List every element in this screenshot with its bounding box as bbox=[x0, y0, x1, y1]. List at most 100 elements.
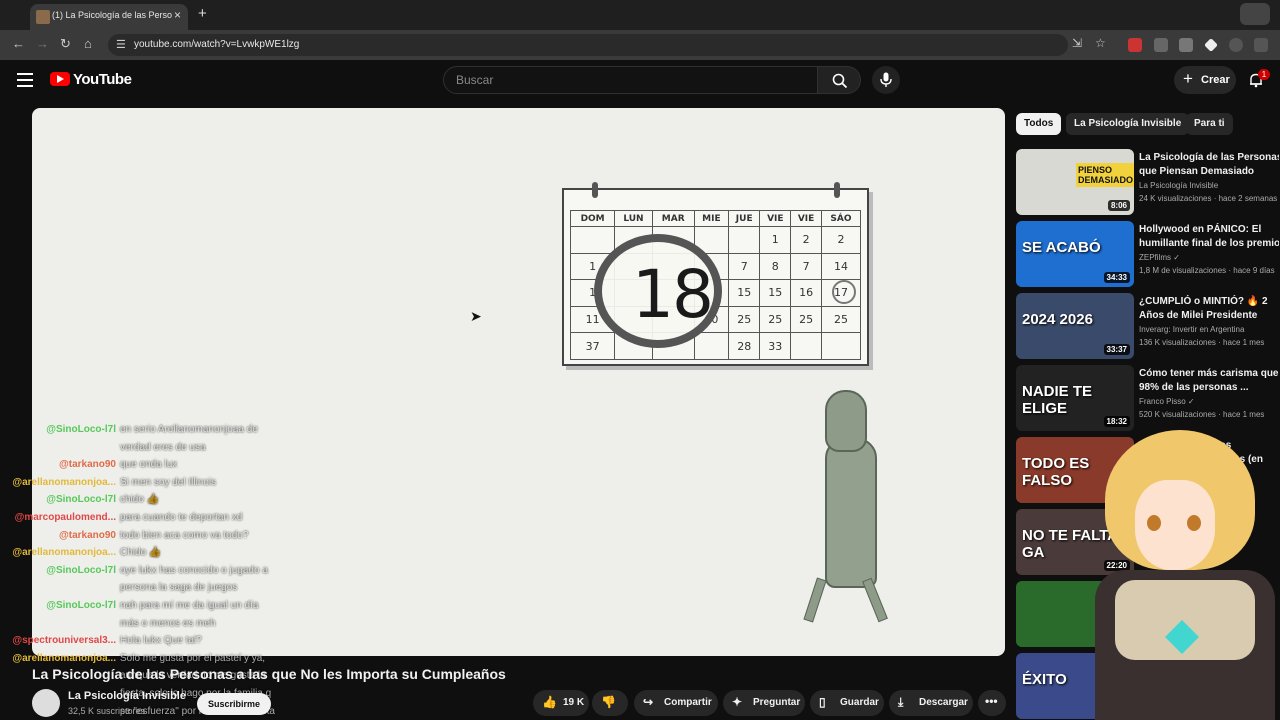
shield-extension-icon[interactable] bbox=[1154, 38, 1168, 52]
calendar-cell bbox=[728, 226, 761, 254]
chat-username[interactable]: @spectrouniversal3... bbox=[12, 633, 116, 649]
recommended-video[interactable]: SE ACABÓ 34:33 Hollywood en PÁNICO: El humi… bbox=[1016, 221, 1279, 287]
site-info-icon[interactable]: ☰ bbox=[116, 38, 126, 51]
video-thumbnail[interactable]: PIENSO DEMASIADO 8:06 bbox=[1016, 149, 1134, 215]
install-app-icon[interactable]: ⇲ bbox=[1072, 36, 1082, 50]
video-meta: 1,8 M de visualizaciones · hace 9 días bbox=[1139, 266, 1275, 275]
calendar-header-cell: VIE bbox=[790, 210, 822, 227]
adblock-extension-icon[interactable] bbox=[1128, 38, 1142, 52]
video-channel: Franco Pisso ✓ bbox=[1139, 397, 1195, 406]
chat-username[interactable]: @marcopaulomend... bbox=[15, 510, 116, 526]
chat-username[interactable]: @SinoLoco-l7l bbox=[46, 598, 116, 614]
filter-chip[interactable]: Para ti bbox=[1186, 113, 1233, 135]
chat-text: Solo me gusta por el pastel y ya, bbox=[120, 652, 266, 664]
recommended-video[interactable]: 2024 2026 33:37 ¿CUMPLIÓ o MINTIÓ? 🔥 2 Años… bbox=[1016, 293, 1276, 359]
puzzle-extension-icon[interactable] bbox=[1254, 38, 1268, 52]
vtuber-avatar-overlay bbox=[1085, 420, 1280, 720]
download-button[interactable]: ⤓ Descargar bbox=[889, 690, 973, 716]
window-controls[interactable] bbox=[1240, 3, 1270, 25]
channel-name[interactable]: La Psicología Invisible bbox=[68, 690, 186, 702]
address-bar[interactable]: ☰ youtube.com/watch?v=LvwkpWE1lzg bbox=[108, 34, 1068, 56]
save-button[interactable]: ▯ Guardar bbox=[810, 690, 884, 716]
browser-tab-bar: (1) La Psicología de las Personas que Pi… bbox=[0, 0, 1280, 30]
video-title: La Psicología de las Personas a las que … bbox=[32, 666, 506, 682]
chat-username[interactable]: @SinoLoco-l7l bbox=[46, 563, 116, 579]
create-button[interactable]: + Crear bbox=[1174, 66, 1236, 94]
tab-title: (1) La Psicología de las Personas que Pi… bbox=[52, 10, 172, 20]
figure-head bbox=[825, 390, 867, 452]
share-button[interactable]: ↪ Compartir bbox=[634, 690, 718, 716]
calendar-cell bbox=[693, 332, 730, 360]
subscribe-button[interactable]: Suscribirme bbox=[197, 693, 271, 715]
diamond-extension-icon[interactable] bbox=[1204, 38, 1218, 52]
search-input[interactable]: Buscar bbox=[443, 66, 818, 94]
video-title-line: La Psicología de las Personas bbox=[1139, 152, 1279, 163]
vtuber-eye bbox=[1147, 515, 1161, 531]
url-text: youtube.com/watch?v=LvwkpWE1lzg bbox=[134, 39, 300, 50]
thumbnail-text: ÉXITO bbox=[1022, 671, 1067, 688]
small-circled-date bbox=[832, 280, 856, 304]
forward-icon[interactable]: → bbox=[36, 36, 49, 51]
calendar-cell: 16 bbox=[790, 279, 822, 307]
profile-extension-icon[interactable] bbox=[1229, 38, 1243, 52]
chat-username[interactable]: @tarkano90 bbox=[59, 457, 116, 473]
recommended-video[interactable]: PIENSO DEMASIADO 8:06 La Psicología de las… bbox=[1016, 149, 1279, 215]
reload-icon[interactable]: ↻ bbox=[60, 36, 71, 52]
search-placeholder: Buscar bbox=[456, 73, 494, 87]
more-dots-icon: ••• bbox=[985, 694, 998, 708]
chat-username[interactable]: @SinoLoco-l7l bbox=[46, 422, 116, 438]
extension-icon[interactable] bbox=[1179, 38, 1193, 52]
favicon-icon bbox=[36, 10, 50, 24]
chat-username[interactable]: @tarkano90 bbox=[59, 528, 116, 544]
chat-text: todo bien aca como va todo? bbox=[120, 529, 249, 541]
chat-text: verdad eres de usa bbox=[120, 441, 206, 453]
calendar-cell: 8 bbox=[759, 252, 792, 281]
like-button[interactable]: 👍 19 K bbox=[533, 690, 589, 716]
back-icon[interactable]: ← bbox=[12, 36, 25, 51]
calendar-header-row: DOM LUN MAR MIE JUE VIE VIE SÁO bbox=[569, 210, 862, 227]
calendar-cell: 15 bbox=[759, 279, 792, 307]
search-button[interactable] bbox=[817, 66, 861, 94]
filter-chip[interactable]: La Psicología Invisible bbox=[1066, 113, 1190, 135]
calendar-cell: 37 bbox=[569, 332, 616, 360]
voice-search-button[interactable] bbox=[872, 66, 900, 94]
browser-tab[interactable]: (1) La Psicología de las Personas que Pi… bbox=[30, 4, 188, 30]
youtube-wordmark[interactable]: YouTube bbox=[73, 71, 132, 88]
new-tab-button[interactable]: + bbox=[198, 5, 207, 22]
filter-chip[interactable]: Todos bbox=[1016, 113, 1062, 135]
thumbnail-text: SE ACABÓ bbox=[1022, 239, 1101, 256]
video-title-line: ¿CUMPLIÓ o MINTIÓ? 🔥 2 bbox=[1139, 296, 1268, 307]
hamburger-menu-icon[interactable] bbox=[17, 73, 33, 87]
video-thumbnail[interactable]: 2024 2026 33:37 bbox=[1016, 293, 1134, 359]
video-meta: 24 K visualizaciones · hace 2 semanas bbox=[1139, 194, 1278, 203]
video-duration: 33:37 bbox=[1103, 344, 1130, 355]
calendar-header-cell: LUN bbox=[614, 210, 653, 227]
plus-icon: + bbox=[1183, 69, 1193, 88]
home-icon[interactable]: ⌂ bbox=[84, 36, 92, 51]
channel-avatar[interactable] bbox=[32, 689, 60, 717]
calendar-cell: 25 bbox=[820, 305, 862, 334]
calendar-cell: 25 bbox=[728, 305, 761, 334]
chat-username[interactable]: @arellanomanonjoa... bbox=[12, 475, 116, 491]
calendar-cell: 15 bbox=[728, 279, 761, 307]
calendar-header-cell: SÁO bbox=[820, 210, 862, 227]
youtube-logo-icon[interactable] bbox=[50, 72, 70, 86]
chat-text: nah para mí me da igual un día bbox=[120, 600, 259, 611]
more-actions-button[interactable]: ••• bbox=[978, 690, 1006, 716]
vtuber-eye bbox=[1187, 515, 1201, 531]
chat-username[interactable]: @arellanomanonjoa... bbox=[12, 545, 116, 561]
calendar-cell: 14 bbox=[820, 252, 862, 281]
dislike-button[interactable]: 👎 bbox=[592, 690, 628, 716]
chat-username[interactable]: @SinoLoco-l7l bbox=[46, 492, 116, 508]
chat-text: oye lukx has conocido o jugado a bbox=[120, 564, 268, 576]
chat-username[interactable]: @arellanomanonjoa... bbox=[12, 651, 116, 667]
calendar-row: 37 28 33 bbox=[569, 332, 862, 360]
figure-leg bbox=[862, 577, 888, 623]
calendar-cell: 2 bbox=[790, 226, 822, 254]
ask-button[interactable]: ✦ Preguntar bbox=[723, 690, 805, 716]
close-tab-icon[interactable]: × bbox=[174, 8, 181, 22]
calendar-header-cell: VIE bbox=[759, 210, 792, 227]
bookmark-star-icon[interactable]: ☆ bbox=[1095, 36, 1106, 50]
video-thumbnail[interactable]: SE ACABÓ 34:33 bbox=[1016, 221, 1134, 287]
create-label: Crear bbox=[1201, 74, 1230, 86]
